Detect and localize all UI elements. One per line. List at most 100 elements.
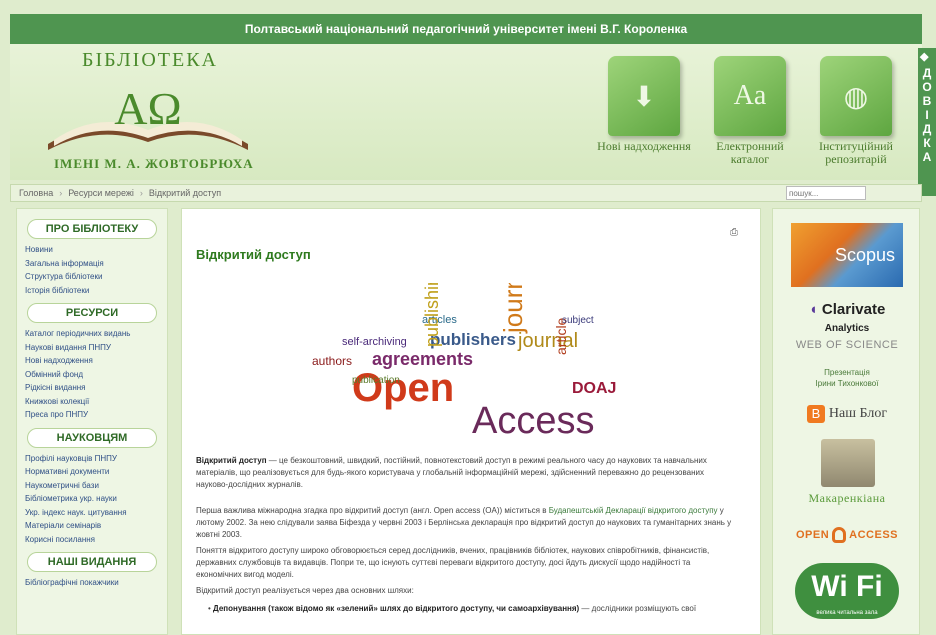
wifi-label: Wi Fi [811,570,883,603]
paragraph-history: Перша важлива міжнародна згадка про відк… [196,505,736,541]
nav-list-about: Новини Загальна інформація Структура біб… [17,243,167,297]
cloud-word: Open [352,366,454,410]
print-icon[interactable]: ⎙ [730,227,738,238]
open-book-icon: AΩ [48,84,248,150]
paragraph-text: — дослідники розміщують свої [579,604,697,613]
breadcrumb-resources[interactable]: Ресурси мережі [68,188,134,198]
library-logo[interactable]: БІБЛІОТЕКА AΩ ІМЕНІ М. А. ЖОВТОБРЮХА [30,44,270,180]
paragraph-discussion: Поняття відкритого доступу широко обгово… [196,546,710,579]
quick-link-label: Електронний каталог [716,139,784,166]
nav-item[interactable]: Історія бібліотеки [25,284,167,298]
nav-item[interactable]: Укр. індекс наук. цитування [25,506,167,520]
cloud-word: authors [312,354,352,368]
paragraph-ways: Відкритий доступ реалізується через два … [196,586,414,595]
nav-item[interactable]: Корисні посилання [25,533,167,547]
nav-item[interactable]: Бібліографічні покажчики [25,576,167,590]
wifi-badge[interactable]: Wi Fi велика читальна зала [795,563,899,619]
university-banner: Полтавський національний педагогічний ун… [10,14,922,44]
nav-item[interactable]: Матеріали семінарів [25,519,167,533]
nav-list-publications: Бібліографічні покажчики [17,576,167,590]
web-of-science-link[interactable]: WEB OF SCIENCE [773,339,919,351]
cloud-word: Access [472,400,594,442]
term-bold: Депонування (також відомо як «зелений» ш… [213,604,580,613]
site-header: БІБЛІОТЕКА AΩ ІМЕНІ М. А. ЖОВТОБРЮХА ⬇ Н… [10,44,922,180]
presentation-line-1: Презентація [824,368,870,377]
nav-item[interactable]: Наукометричні бази [25,479,167,493]
paragraph-text: Перша важлива міжнародна згадка про відк… [196,506,549,515]
clarivate-label: Clarivate [821,301,886,318]
nav-item[interactable]: Нові надходження [25,354,167,368]
help-tab-label: ДОВІДКА [922,66,932,164]
nav-item[interactable]: Рідкісні видання [25,381,167,395]
svg-text:AΩ: AΩ [114,84,181,134]
search-input[interactable] [786,186,866,200]
quick-link-repository[interactable]: ◍ Інституційний репозитарій [808,56,904,166]
presentation-line-2: Ірини Тихонкової [815,379,879,388]
nav-item[interactable]: Книжкові колекції [25,395,167,409]
cloud-word: agreements [372,349,473,369]
letters-aa-icon: Aa [714,56,786,136]
nav-item[interactable]: Структура бібліотеки [25,270,167,284]
right-sidebar: Scopus ◖ Clarivate Analytics WEB OF SCIE… [772,208,920,635]
cloud-word: subject [562,315,594,326]
main-content: ⎙ Відкритий доступ Open Access agreement… [181,208,761,635]
breadcrumb-current: Відкритий доступ [148,188,222,198]
quick-link-catalog[interactable]: Aa Електронний каталог [702,56,798,166]
open-label: OPEN [795,528,830,541]
nav-item[interactable]: Преса про ПНПУ [25,408,167,422]
nav-item[interactable]: Нормативні документи [25,465,167,479]
term-bold: Відкритий доступ [196,456,267,465]
left-sidebar: ПРО БІБЛІОТЕКУ Новини Загальна інформаці… [16,208,168,635]
access-label: ACCESS [849,528,899,541]
paragraph-definition: Відкритий доступ — це безкоштовний, швид… [196,455,736,491]
cloud-word: journals [498,283,528,334]
budapest-declaration-link[interactable]: Будапештській Декларації відкритого дост… [549,506,718,515]
help-side-tab[interactable]: ◆ ДОВІДКА [918,48,936,196]
nav-item[interactable]: Наукові видання ПНПУ [25,341,167,355]
wifi-subtitle: велика читальна зала [816,610,878,616]
cloud-word: publication [352,375,400,386]
open-lock-icon [832,527,847,543]
cloud-word: publishing [422,283,442,347]
cloud-word: DOAJ [572,380,616,397]
globe-icon: ◍ [820,56,892,136]
blog-link[interactable]: B Наш Блог [773,405,919,423]
open-access-logo[interactable]: OPEN ACCESS [773,527,919,543]
chevron-icon: ◆ [920,51,929,63]
nav-item[interactable]: Обмінний фонд [25,368,167,382]
breadcrumb-separator-icon: › [139,188,143,198]
nav-item[interactable]: Новини [25,243,167,257]
list-item-green-road: • Депонування (також відомо як «зелений»… [208,604,697,613]
nav-list-researchers: Профілі науковців ПНПУ Нормативні докуме… [17,452,167,547]
nav-list-resources: Каталог періодичних видань Наукові видан… [17,327,167,422]
scopus-banner[interactable]: Scopus [791,223,903,287]
page-title: Відкритий доступ [196,247,311,262]
section-publications[interactable]: НАШІ ВИДАННЯ [27,552,157,572]
breadcrumb-home[interactable]: Головна [19,188,53,198]
section-about[interactable]: ПРО БІБЛІОТЕКУ [27,219,157,239]
analytics-label: Analytics [824,323,870,334]
clarivate-logo[interactable]: ◖ Clarivate Analytics [773,301,919,335]
nav-item[interactable]: Бібліометрика укр. науки [25,492,167,506]
makarenko-portrait-icon[interactable] [821,439,875,487]
presentation-link[interactable]: Презентація Ірини Тихонкової [773,367,919,389]
section-resources[interactable]: РЕСУРСИ [27,303,157,323]
section-researchers[interactable]: НАУКОВЦЯМ [27,427,157,448]
nav-item[interactable]: Загальна інформація [25,257,167,271]
quick-link-new-arrivals[interactable]: ⬇ Нові надходження [596,56,692,153]
blogger-icon: B [806,405,825,423]
cloud-word: self-archiving [342,336,407,348]
blog-label: Наш Блог [828,406,888,422]
quick-link-label: Інституційний репозитарій [819,139,893,166]
download-arrow-icon: ⬇ [608,56,680,136]
open-access-word-cloud: Open Access agreements publishers journa… [312,283,616,442]
quick-link-label: Нові надходження [597,139,691,153]
nav-item[interactable]: Профілі науковців ПНПУ [25,452,167,466]
logo-arc-text: БІБЛІОТЕКА [81,49,218,71]
breadcrumb-separator-icon: › [59,188,63,198]
nav-item[interactable]: Каталог періодичних видань [25,327,167,341]
logo-subtitle: ІМЕНІ М. А. ЖОВТОБРЮХА [54,156,254,171]
makarenkiana-link[interactable]: Макаренкіана [773,491,919,506]
clarivate-icon: ◖ [808,301,818,318]
paragraph-text: — це безкоштовний, швидкий, постійний, п… [196,456,707,489]
